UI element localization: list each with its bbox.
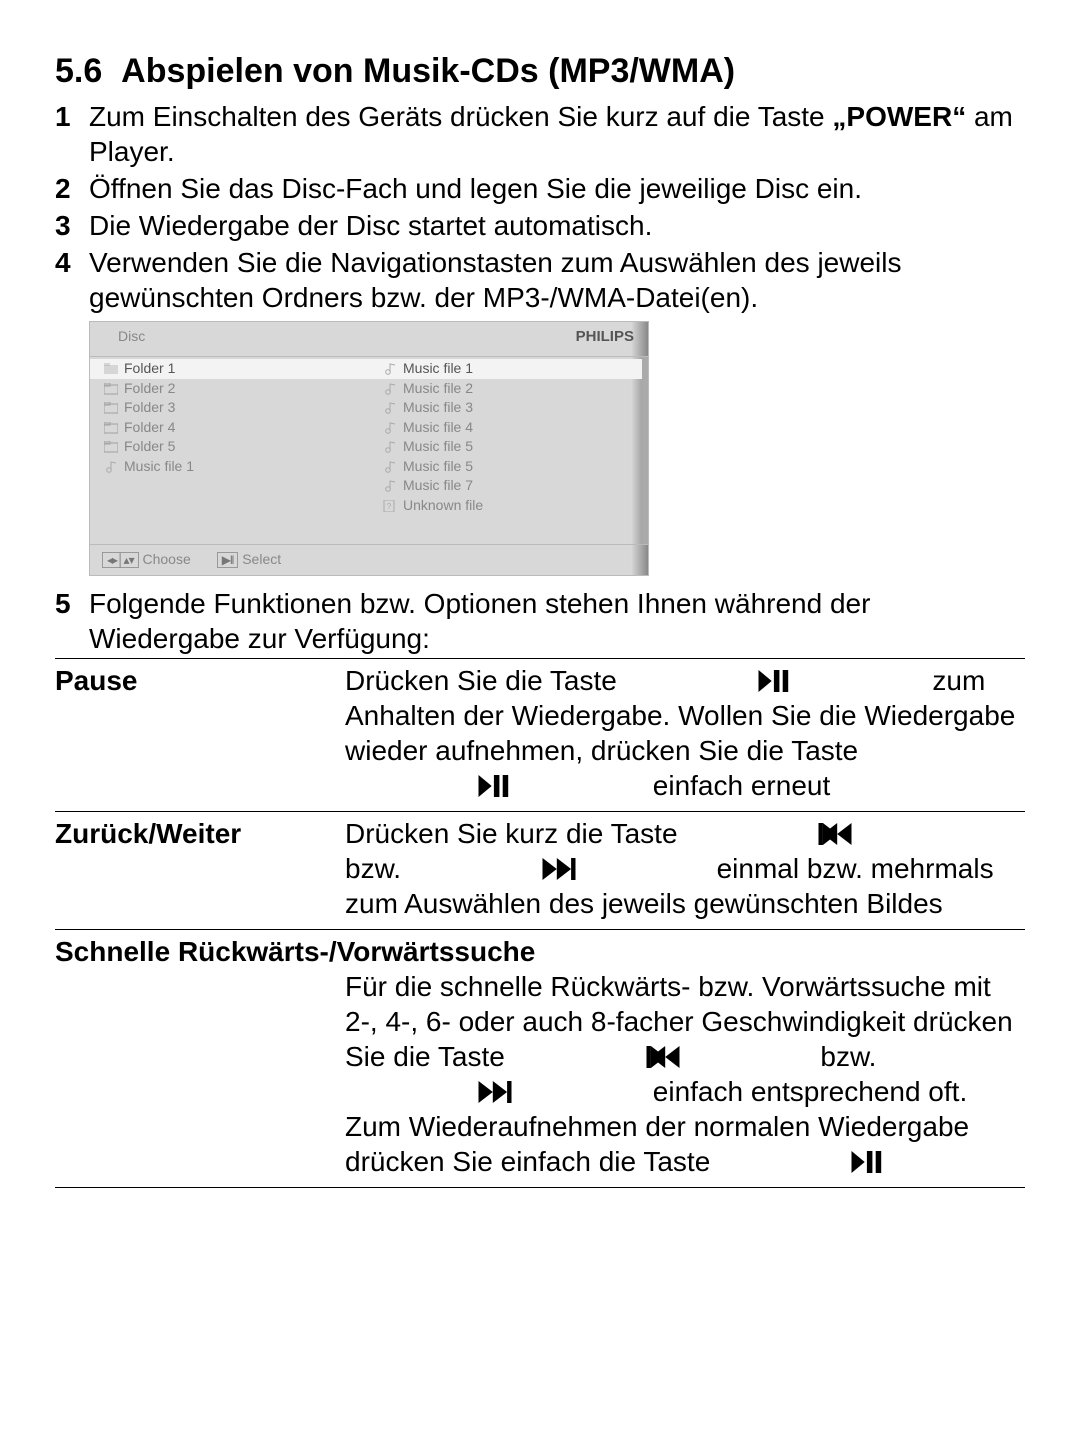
ui-disc-label: Disc <box>118 328 145 346</box>
steps-list-2: Folgende Funktionen bzw. Optionen stehen… <box>55 586 1025 656</box>
music-icon <box>383 441 397 453</box>
fn-pause-desc: Drücken Sie die Taste zum Anhalten der W… <box>345 658 1025 811</box>
music-icon <box>383 480 397 492</box>
list-item: Folder 5 <box>90 437 369 457</box>
list-item: Music file 4 <box>369 418 648 438</box>
fn-search-desc: Für die schnelle Rückwärts- bzw. Vorwärt… <box>345 969 1025 1188</box>
play-pause-icon <box>718 1151 1018 1173</box>
list-item: Music file 1 <box>90 457 369 477</box>
fn-prevnext-desc: Drücken Sie kurz die Taste bzw. einmal b… <box>345 811 1025 929</box>
choose-label: Choose <box>142 551 190 567</box>
list-item: Unknown file <box>369 496 648 516</box>
step-3: Die Wiedergabe der Disc startet automati… <box>55 208 1025 243</box>
step-2: Öffnen Sie das Disc-Fach und legen Sie d… <box>55 171 1025 206</box>
folder-icon <box>104 383 118 395</box>
list-item: Folder 3 <box>90 398 369 418</box>
fn-search-term: Schnelle Rückwärts-/Vorwärtssuche <box>55 929 1025 969</box>
step-4: Verwenden Sie die Navigationstasten zum … <box>55 245 1025 315</box>
step-1: Zum Einschalten des Geräts drücken Sie k… <box>55 99 1025 169</box>
section-heading: 5.6 Abspielen von Musik-CDs (MP3/WMA) <box>55 50 1025 93</box>
steps-list: Zum Einschalten des Geräts drücken Sie k… <box>55 99 1025 315</box>
list-item: Music file 1 <box>369 359 648 379</box>
next-icon <box>409 858 709 880</box>
music-icon <box>383 461 397 473</box>
ui-brand: PHILIPS <box>576 328 634 347</box>
music-icon <box>383 402 397 414</box>
folder-icon <box>104 441 118 453</box>
list-item: Music file 2 <box>369 379 648 399</box>
folder-open-icon <box>104 363 118 375</box>
list-item: Folder 1 <box>90 359 369 379</box>
folder-icon <box>104 422 118 434</box>
list-item: Music file 5 <box>369 457 648 477</box>
prev-icon <box>513 1046 813 1068</box>
section-title: Abspielen von Musik-CDs (MP3/WMA) <box>121 52 735 90</box>
folder-icon <box>104 402 118 414</box>
list-item: Folder 4 <box>90 418 369 438</box>
nav-key-icon: ◂▸│▴▾ <box>102 552 139 568</box>
ui-file-column: Music file 1Music file 2Music file 3Musi… <box>369 357 648 544</box>
play-pause-icon <box>625 670 925 692</box>
list-item: Folder 2 <box>90 379 369 399</box>
select-label: Select <box>242 551 281 567</box>
music-icon <box>104 461 118 473</box>
fn-prevnext-term: Zurück/Weiter <box>55 811 345 929</box>
music-icon <box>383 383 397 395</box>
prev-icon <box>685 823 985 845</box>
player-screenshot: Disc PHILIPS Folder 1Folder 2Folder 3Fol… <box>89 321 649 576</box>
list-item: Music file 5 <box>369 437 648 457</box>
functions-table: Pause Drücken Sie die Taste zum Anhalten… <box>55 658 1025 1188</box>
ui-folder-column: Folder 1Folder 2Folder 3Folder 4Folder 5… <box>90 357 369 544</box>
unknown-icon <box>383 500 397 512</box>
list-item: Music file 3 <box>369 398 648 418</box>
ui-scrollbar <box>642 357 648 544</box>
music-icon <box>383 422 397 434</box>
play-pause-icon <box>345 775 645 797</box>
step-5: Folgende Funktionen bzw. Optionen stehen… <box>55 586 1025 656</box>
next-icon <box>345 1081 645 1103</box>
fn-pause-term: Pause <box>55 658 345 811</box>
music-icon <box>383 363 397 375</box>
list-item: Music file 7 <box>369 476 648 496</box>
section-number: 5.6 <box>55 52 102 90</box>
select-key-icon: ▶ll <box>217 552 239 568</box>
